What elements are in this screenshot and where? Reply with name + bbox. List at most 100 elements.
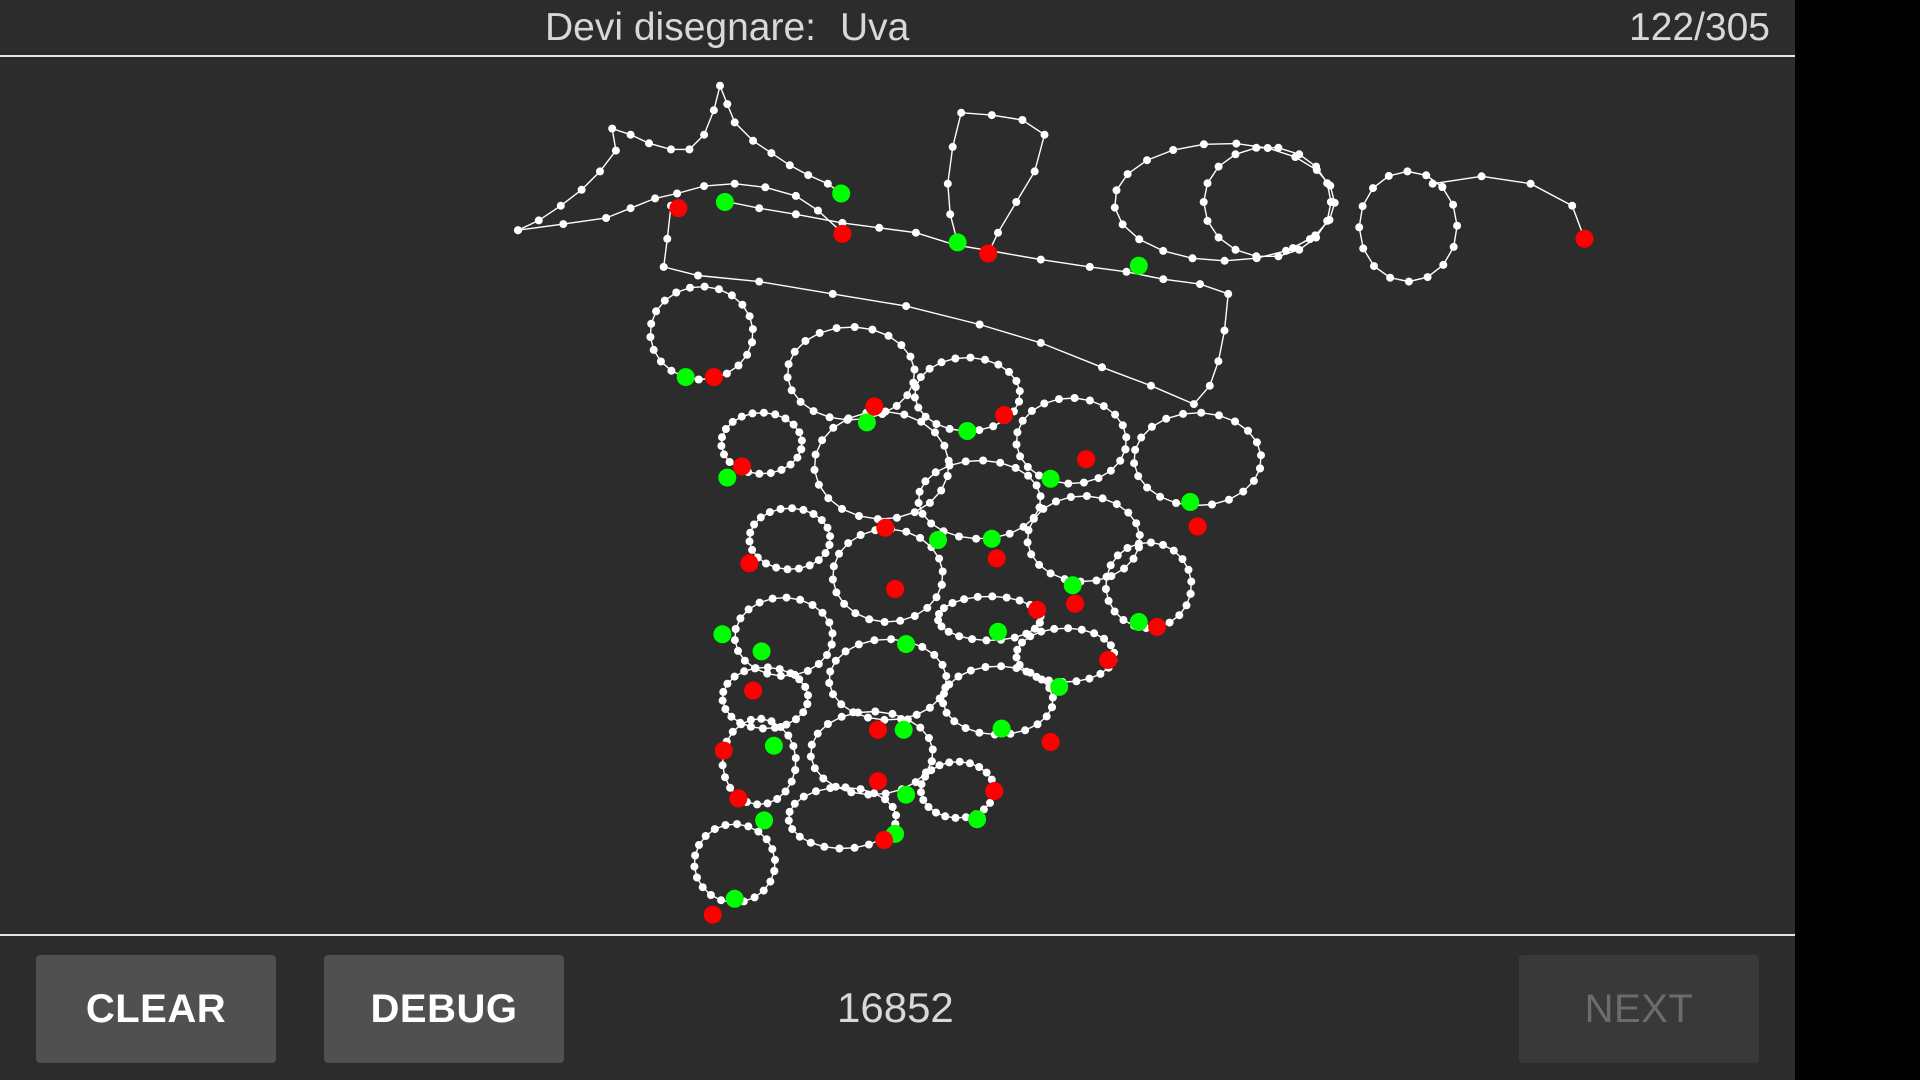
- stroke-dot: [717, 441, 726, 450]
- stroke-dot: [694, 375, 703, 384]
- stroke-dot: [698, 883, 707, 892]
- stroke-dot: [1428, 179, 1437, 188]
- next-button[interactable]: NEXT: [1519, 955, 1759, 1063]
- stroke-dot: [1094, 474, 1103, 483]
- stroke-dot: [1159, 246, 1168, 255]
- stroke-dot: [773, 795, 782, 803]
- stroke-dot: [1026, 668, 1035, 677]
- stroke-dot: [749, 136, 758, 145]
- stroke-dot: [1323, 179, 1332, 188]
- stroke-start-marker: [992, 719, 1011, 738]
- stroke-end-marker: [714, 741, 733, 760]
- stroke-dot: [1079, 478, 1088, 487]
- stroke-dot: [809, 510, 818, 518]
- stroke-dot: [695, 841, 703, 849]
- stroke-dot: [938, 567, 947, 576]
- stroke-dot: [917, 417, 926, 426]
- stroke-end-marker: [869, 720, 887, 739]
- stroke-dot: [1119, 616, 1128, 624]
- stroke-dot: [951, 354, 960, 363]
- stroke-dot: [721, 425, 730, 433]
- stroke-dot: [943, 472, 952, 480]
- stroke-dot: [726, 783, 735, 792]
- stroke-dot: [792, 715, 800, 724]
- stroke-dot: [767, 717, 776, 726]
- stroke-dot: [693, 873, 701, 882]
- stroke-dot: [829, 423, 838, 432]
- stroke-end-marker: [979, 244, 998, 263]
- stroke-dot: [787, 777, 796, 786]
- stroke-dot: [1224, 495, 1233, 504]
- stroke-dot: [981, 663, 990, 671]
- prompt-label: Devi disegnare:: [545, 6, 816, 49]
- stroke-dot: [1077, 625, 1086, 634]
- stroke-dot: [781, 414, 790, 423]
- stroke-start-marker: [857, 413, 876, 432]
- stroke-dot: [1199, 140, 1208, 149]
- stroke-dot: [1036, 492, 1045, 501]
- stroke-dot: [927, 766, 936, 775]
- stroke-dot: [987, 111, 996, 120]
- stroke-dot: [1129, 554, 1138, 563]
- stroke-dot: [691, 851, 700, 860]
- stroke-dot: [766, 469, 775, 478]
- stroke-dot: [1027, 550, 1036, 559]
- stroke-dot: [781, 787, 790, 796]
- stroke-dot: [994, 228, 1002, 237]
- stroke-dot: [1032, 481, 1041, 490]
- stroke-dot: [770, 867, 779, 875]
- stroke-dot: [556, 201, 565, 210]
- stroke-dot: [902, 302, 911, 311]
- progress-counter: 122/305: [1629, 6, 1770, 49]
- stroke-dot: [810, 764, 819, 773]
- stroke-end-marker: [1041, 733, 1060, 751]
- stroke-dot: [1214, 162, 1223, 171]
- stroke-dot: [938, 660, 947, 669]
- stroke-dot: [903, 391, 912, 400]
- clear-button[interactable]: CLEAR: [36, 955, 276, 1063]
- stroke-dot: [884, 331, 893, 340]
- stroke-dot: [1449, 242, 1458, 251]
- stroke-dot: [1439, 260, 1448, 269]
- stroke-dot: [1098, 363, 1106, 372]
- stroke-dot: [740, 667, 749, 676]
- stroke-dot: [1196, 280, 1204, 289]
- stroke-dot: [1312, 233, 1321, 242]
- stroke-dot: [737, 720, 746, 729]
- stroke-dot: [888, 802, 897, 811]
- stroke-dot: [1178, 555, 1187, 564]
- stroke-dot: [828, 575, 837, 584]
- stroke-dot: [1124, 508, 1133, 517]
- drawing-canvas[interactable]: [0, 57, 1795, 934]
- stroke-dot: [1172, 499, 1181, 507]
- stroke-dot: [1182, 601, 1191, 610]
- stroke-dot: [892, 401, 901, 410]
- stroke-start-marker: [715, 193, 734, 211]
- stroke-dot: [1011, 463, 1020, 472]
- stroke-dot: [1423, 273, 1432, 282]
- stroke-dot: [925, 364, 934, 373]
- stroke-end-marker: [703, 905, 722, 924]
- stroke-dot: [930, 650, 939, 659]
- stroke-dot: [951, 813, 960, 822]
- debug-button[interactable]: DEBUG: [324, 955, 564, 1063]
- stroke-dot: [761, 183, 770, 192]
- stroke-dot: [826, 667, 835, 676]
- stroke-dot: [1175, 611, 1184, 620]
- stroke-dot: [743, 350, 752, 359]
- stroke-dot: [727, 712, 736, 721]
- stroke-dot: [914, 498, 923, 507]
- stroke-dot: [944, 627, 953, 636]
- stroke-dot: [722, 369, 731, 378]
- stroke-dot: [1215, 411, 1223, 420]
- stroke-end-marker: [1188, 517, 1207, 536]
- stroke-dot: [924, 803, 933, 811]
- stroke-dot: [789, 742, 798, 751]
- stroke-dot: [868, 325, 877, 334]
- stroke-start-marker: [1129, 256, 1148, 275]
- stroke-dot: [1033, 720, 1042, 729]
- stroke-end-marker: [1066, 594, 1085, 613]
- stroke-dot: [850, 843, 859, 852]
- stroke-dot: [1110, 607, 1119, 616]
- stroke-dot: [1012, 377, 1021, 385]
